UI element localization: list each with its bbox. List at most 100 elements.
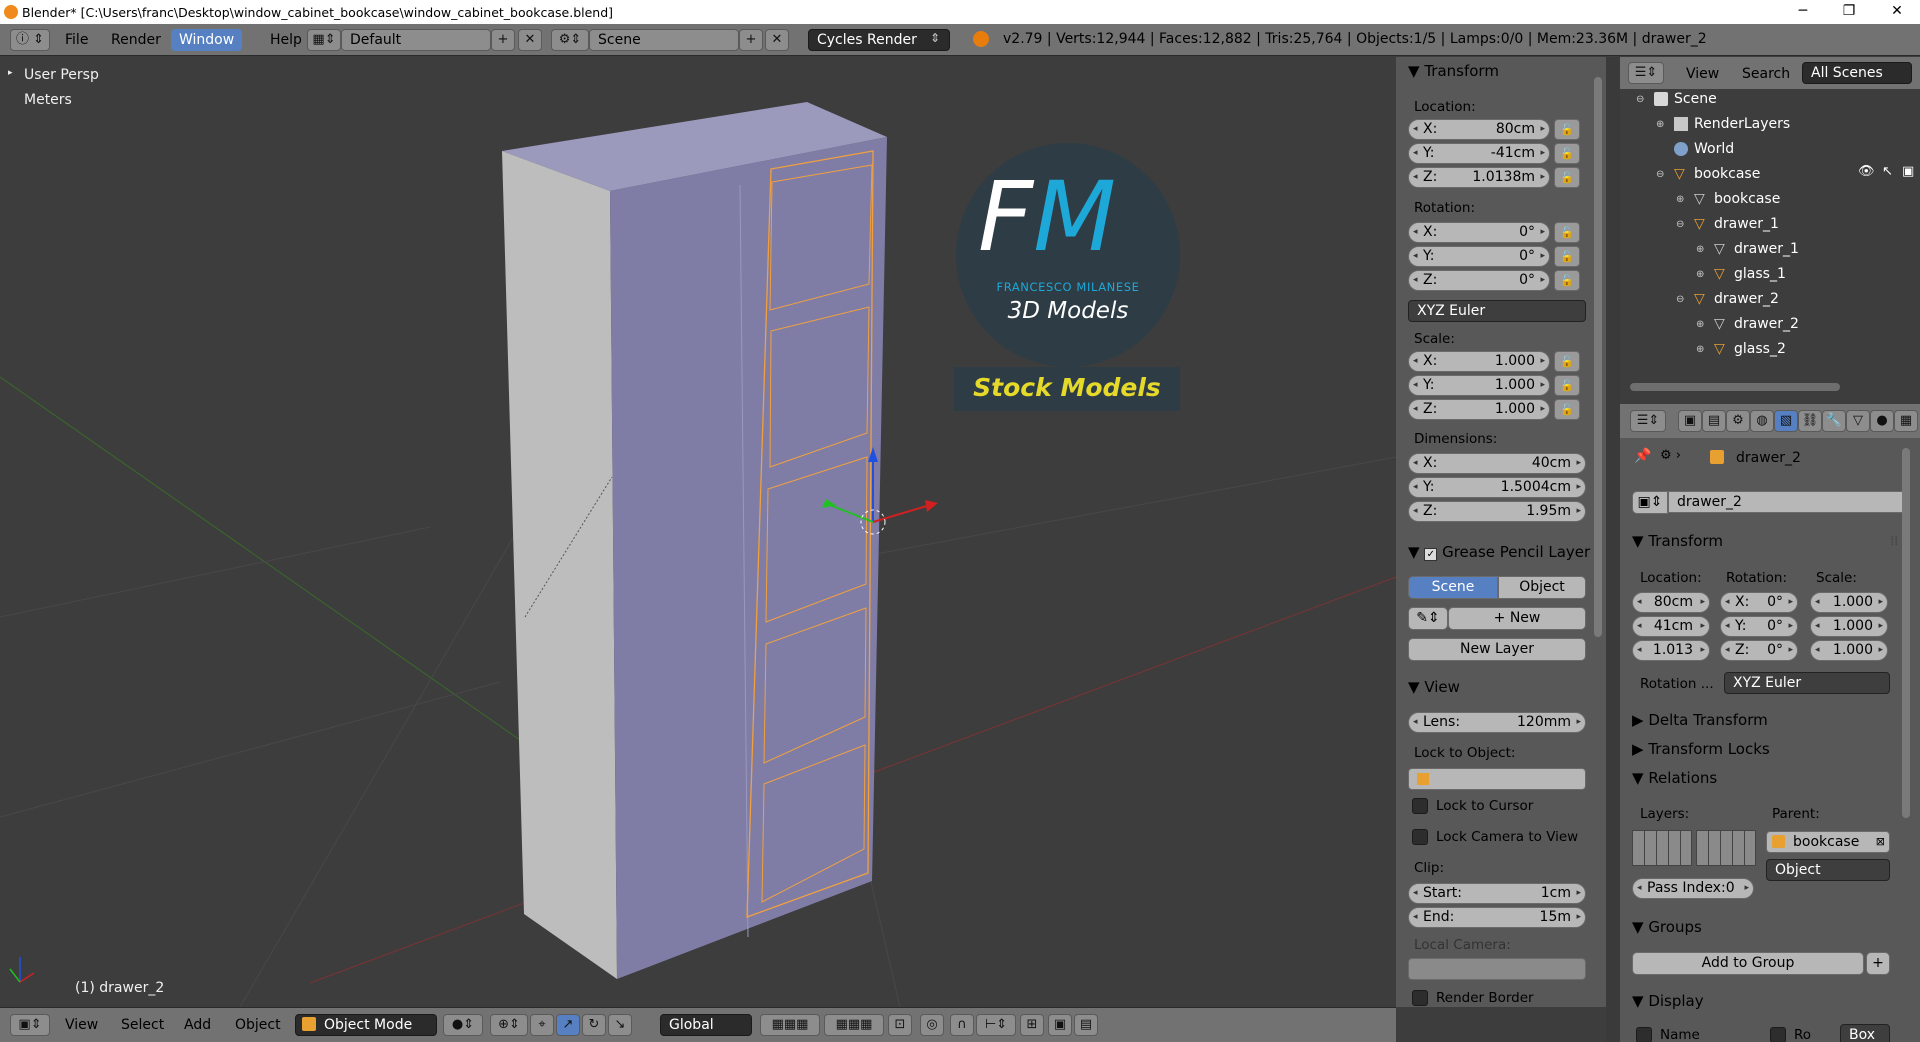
snap-toggle-icon[interactable]: ∩ (950, 1014, 974, 1036)
obj-transform-header[interactable]: ▼ Transform (1632, 531, 1832, 551)
add-scene-icon[interactable]: + (739, 29, 763, 51)
menu-help[interactable]: Help (262, 29, 310, 51)
pivot-point-icon[interactable]: ⊕⇕ (490, 1014, 528, 1036)
snap-element-icon[interactable]: ⊢⇕ (976, 1014, 1016, 1036)
minimize-button[interactable]: ─ (1780, 0, 1826, 24)
scale-z-field[interactable]: ◂ Z: 1.000 ▸ (1408, 399, 1550, 420)
screen-layout-field[interactable]: Default (341, 29, 491, 51)
transform-panel-header[interactable]: ▼ Transform (1408, 61, 1606, 81)
location-y-field[interactable]: ◂ Y: -41cm ▸ (1408, 143, 1550, 164)
lens-field[interactable]: ◂ Lens: 120mm ▸ (1408, 712, 1586, 733)
grease-pencil-header[interactable]: ▼ ✓ Grease Pencil Layer (1408, 542, 1606, 562)
view-panel-header[interactable]: ▼ View (1408, 677, 1606, 697)
lock-location-z-icon[interactable]: 🔓 (1554, 167, 1580, 188)
outliner-row-glass-1[interactable]: ⊕ ▽ glass_1 (1620, 262, 1920, 287)
world-tab-icon[interactable]: ◍ (1750, 410, 1774, 432)
obj-scale-x[interactable]: ◂ 1.000 ▸ (1810, 592, 1888, 613)
clip-end-field[interactable]: ◂ End: 15m ▸ (1408, 907, 1586, 928)
new-group-icon[interactable]: + (1866, 952, 1890, 975)
location-z-field[interactable]: ◂ Z: 1.0138m ▸ (1408, 167, 1550, 188)
grease-scene-tab[interactable]: Scene (1408, 576, 1498, 599)
display-header[interactable]: ▼ Display (1632, 991, 1832, 1011)
remove-scene-icon[interactable]: ✕ (765, 29, 789, 51)
render-tab-icon[interactable]: ▣ (1678, 410, 1702, 432)
properties-editor-icon[interactable]: ☰⇕ (1630, 410, 1666, 432)
scene-tab-icon[interactable]: ⚙ (1726, 410, 1750, 432)
lock-scale-y-icon[interactable]: 🔓 (1554, 375, 1580, 396)
groups-header[interactable]: ▼ Groups (1632, 917, 1832, 937)
local-camera-field[interactable] (1408, 958, 1586, 980)
lock-camera-checkbox[interactable] (1412, 829, 1428, 845)
grease-object-tab[interactable]: Object (1498, 576, 1586, 599)
lock-layers-icon[interactable]: ⊡ (888, 1014, 912, 1036)
clip-start-field[interactable]: ◂ Start: 1cm ▸ (1408, 883, 1586, 904)
pass-index-field[interactable]: ◂ Pass Index:0 ▸ (1632, 878, 1754, 899)
select-arrow-icon[interactable]: ↖ (1882, 164, 1893, 179)
grease-pencil-icon[interactable]: ✎⇕ (1408, 607, 1448, 630)
layers-grid-1[interactable]: ▦▦▦ (760, 1014, 820, 1036)
rotate-icon[interactable]: ↻ (582, 1014, 606, 1036)
object-tab-icon[interactable]: ▧ (1774, 410, 1798, 432)
layers-grid-2[interactable]: ▦▦▦ (824, 1014, 884, 1036)
screen-layout-icon[interactable]: ▦⇕ (307, 29, 341, 51)
render-still-icon[interactable]: ▣ (1048, 1014, 1072, 1036)
modifiers-tab-icon[interactable]: 🔧 (1822, 410, 1846, 432)
location-x-field[interactable]: ◂ X: 80cm ▸ (1408, 119, 1550, 140)
texture-tab-icon[interactable]: ▦ (1894, 410, 1918, 432)
outliner-hscrollbar[interactable] (1630, 383, 1840, 391)
transform-locks-header[interactable]: ▶ Transform Locks (1632, 739, 1832, 759)
orientation-select[interactable]: Global (660, 1014, 752, 1036)
3d-viewport[interactable]: ▸ User Persp Meters (1) drawer_2 FM FRAN… (0, 57, 1396, 1007)
pin-icon[interactable]: 📌 (1634, 448, 1651, 464)
outliner-row-bookcase-mesh[interactable]: ⊕ ▽ bookcase (1620, 187, 1920, 212)
outliner-row-drawer-2[interactable]: ⊖ ▽ drawer_2 (1620, 287, 1920, 312)
new-layer-button[interactable]: New Layer (1408, 638, 1586, 661)
obj-rotation-y[interactable]: ◂ Y: 0° ▸ (1720, 616, 1798, 637)
close-window-button[interactable]: ✕ (1874, 0, 1920, 24)
maximize-button[interactable]: ❐ (1826, 0, 1872, 24)
outliner-row-glass-2[interactable]: ⊕ ▽ glass_2 (1620, 337, 1920, 362)
lock-rotation-y-icon[interactable]: 🔓 (1554, 246, 1580, 267)
layers-tab-icon[interactable]: ▤ (1702, 410, 1726, 432)
obj-location-x[interactable]: ◂ 80cm ▸ (1632, 592, 1710, 613)
add-to-group-button[interactable]: Add to Group (1632, 952, 1864, 975)
scale-x-field[interactable]: ◂ X: 1.000 ▸ (1408, 351, 1550, 372)
lock-to-cursor-checkbox[interactable] (1412, 798, 1428, 814)
scale-y-field[interactable]: ◂ Y: 1.000 ▸ (1408, 375, 1550, 396)
menu-file[interactable]: File (57, 29, 96, 51)
outliner-search-menu[interactable]: Search (1734, 63, 1798, 85)
outliner-row-scene[interactable]: ⊖ Scene (1620, 89, 1920, 112)
outliner-row-bookcase-object[interactable]: ⊖ ▽ bookcase (1620, 162, 1920, 187)
delta-transform-header[interactable]: ▶ Delta Transform (1632, 710, 1832, 730)
mode-select[interactable]: Object Mode (295, 1014, 437, 1036)
display-bounds-select[interactable]: Box (1840, 1024, 1890, 1042)
dimension-y-field[interactable]: ◂ Y: 1.5004cm ▸ (1408, 477, 1586, 498)
layer-buttons-2[interactable] (1696, 830, 1756, 866)
lock-scale-z-icon[interactable]: 🔓 (1554, 399, 1580, 420)
remove-layout-icon[interactable]: ✕ (518, 29, 542, 51)
obj-rotation-z[interactable]: ◂ Z: 0° ▸ (1720, 640, 1798, 661)
obj-location-z[interactable]: ◂ 1.013 ▸ (1632, 640, 1710, 661)
editor-type-3d-icon[interactable]: ▣⇕ (10, 1014, 50, 1036)
data-tab-icon[interactable]: ▽ (1846, 410, 1870, 432)
rotation-z-field[interactable]: ◂ Z: 0° ▸ (1408, 270, 1550, 291)
menu-render[interactable]: Render (103, 29, 169, 51)
obj-rotation-mode-select[interactable]: XYZ Euler (1724, 672, 1890, 694)
manipulator-toggle-icon[interactable]: ⌖ (530, 1014, 554, 1036)
snap-target-icon[interactable]: ⊞ (1020, 1014, 1044, 1036)
area-divider[interactable] (1606, 57, 1620, 1042)
outliner-row-world[interactable]: World (1620, 137, 1920, 162)
menu-object[interactable]: Object (227, 1014, 289, 1036)
object-browse-icon[interactable]: ▣⇕ (1632, 491, 1668, 514)
menu-window[interactable]: Window (171, 29, 243, 51)
render-border-checkbox[interactable] (1412, 990, 1428, 1006)
proportional-edit-icon[interactable]: ◎ (920, 1014, 944, 1036)
obj-scale-z[interactable]: ◂ 1.000 ▸ (1810, 640, 1888, 661)
menu-add[interactable]: Add (176, 1014, 219, 1036)
lock-rotation-z-icon[interactable]: 🔓 (1554, 270, 1580, 291)
obj-scale-y[interactable]: ◂ 1.000 ▸ (1810, 616, 1888, 637)
obj-rotation-x[interactable]: ◂ X: 0° ▸ (1720, 592, 1798, 613)
scale-icon[interactable]: ↘ (608, 1014, 632, 1036)
lock-scale-x-icon[interactable]: 🔓 (1554, 351, 1580, 372)
editor-type-info-icon[interactable]: ⓘ ⇕ (10, 29, 50, 51)
